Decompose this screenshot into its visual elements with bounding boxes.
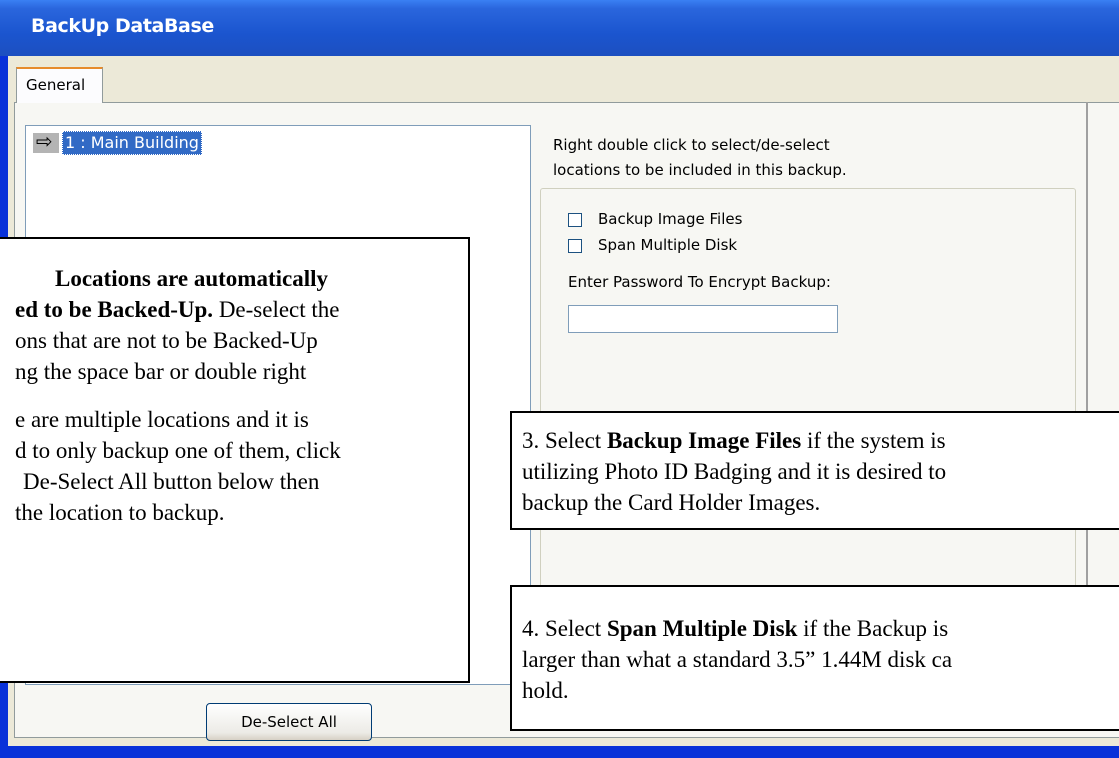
title-bar[interactable]: BackUp DataBase [0, 0, 1119, 56]
callout-line: backup the Card Holder Images. [522, 490, 821, 515]
callout-bold-text: Backup Image Files [606, 428, 802, 453]
callout-bold-text: Locations are automatically [55, 266, 328, 291]
password-label: Enter Password To Encrypt Backup: [568, 273, 831, 291]
callout-line: e are multiple locations and it is [15, 407, 309, 432]
span-disks-label: Span Multiple Disk [598, 236, 738, 254]
arrow-right-icon: ⇨ [33, 129, 59, 153]
callout-line: Locations are automatically [0, 263, 460, 294]
callout-backup-images: 3. Select Backup Image Files if the syst… [510, 411, 1119, 530]
backup-images-label: Backup Image Files [598, 210, 743, 228]
callout-line: larger than what a standard 3.5” 1.44M d… [522, 647, 953, 672]
hint-line: locations to be included in this backup. [553, 161, 847, 179]
callout-bold-text: ed to be Backed-Up. [15, 297, 214, 322]
selection-hint: Right double click to select/de-select l… [553, 133, 847, 183]
callout-text: if the system is [801, 428, 946, 453]
callout-line: ng the space bar or double right [15, 359, 307, 384]
hint-line: Right double click to select/de-select [553, 136, 830, 154]
callout-text: De-select the [213, 297, 340, 322]
callout-span-disks: 4. Select Span Multiple Disk if the Back… [510, 585, 1119, 731]
backup-images-checkbox[interactable] [568, 213, 582, 227]
callout-line: 4. Select Span Multiple Disk if the Back… [522, 613, 1119, 644]
window-bottom-border [0, 746, 1119, 758]
callout-line: ed to be Backed-Up. De-select the [0, 294, 460, 325]
callout-line: utilizing Photo ID Badging and it is des… [522, 459, 947, 484]
span-disks-checkbox[interactable] [568, 239, 582, 253]
callout-text: 3. Select [522, 428, 607, 453]
callout-gap [0, 387, 460, 404]
callout-bold-text: Span Multiple Disk [606, 616, 798, 641]
callout-line: d to only backup one of them, click [15, 438, 341, 463]
location-label: 1 : Main Building [62, 131, 202, 155]
callout-locations: Locations are automatically ed to be Bac… [0, 237, 470, 683]
callout-line: 3. Select Backup Image Files if the syst… [522, 425, 1119, 456]
tab-general[interactable]: General [16, 67, 103, 103]
password-field[interactable] [568, 305, 838, 333]
callout-text: 4. Select [522, 616, 607, 641]
callout-text: if the Backup is [797, 616, 949, 641]
callout-line: the location to backup. [15, 500, 225, 525]
callout-line: ons that are not to be Backed-Up [15, 328, 318, 353]
tab-general-label: General [26, 76, 86, 94]
callout-line: De-Select All button below then [23, 469, 320, 494]
deselect-all-button[interactable]: De-Select All [206, 703, 372, 741]
callout-line: hold. [522, 678, 569, 703]
window-title: BackUp DataBase [31, 15, 214, 37]
